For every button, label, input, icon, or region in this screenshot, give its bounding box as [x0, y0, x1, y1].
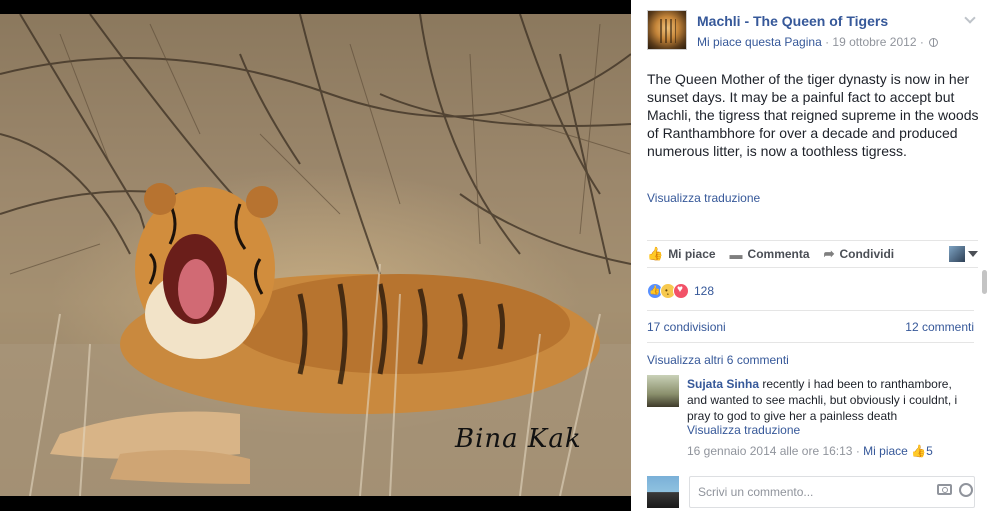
see-translation-link[interactable]: Visualizza traduzione	[647, 191, 760, 205]
share-arrow-icon: ➦	[823, 246, 835, 261]
comment-like-link[interactable]: Mi piace	[863, 444, 908, 458]
love-reaction-icon	[673, 283, 689, 299]
post-stats: 17 condivisioni 12 commenti	[647, 310, 974, 343]
page-avatar[interactable]	[647, 10, 687, 50]
user-avatar	[647, 476, 679, 508]
thumbs-up-icon: 👍	[647, 246, 664, 261]
like-button-label: Mi piace	[668, 247, 716, 261]
comment-see-translation-link[interactable]: Visualizza traduzione	[687, 423, 800, 437]
meta-separator: ·	[821, 35, 833, 49]
reaction-count[interactable]: 128	[694, 284, 714, 298]
like-button[interactable]: 👍 Mi piace	[647, 246, 716, 262]
photographer-watermark: Bina Kak	[455, 424, 582, 454]
comment-like-count[interactable]: 👍5	[911, 444, 933, 458]
view-more-comments-link[interactable]: Visualizza altri 6 commenti	[647, 353, 789, 367]
tiger-photo[interactable]: Bina Kak	[0, 14, 631, 496]
meta-dot: ·	[855, 444, 860, 458]
comment-composer	[647, 476, 975, 508]
post-side-panel: Machli - The Queen of Tigers Mi piace qu…	[631, 0, 990, 511]
page-name-link[interactable]: Machli - The Queen of Tigers	[697, 13, 888, 29]
camera-icon[interactable]	[937, 484, 952, 495]
like-page-link[interactable]: Mi piace questa Pagina	[697, 35, 822, 49]
speech-bubble-icon: ▬	[729, 246, 743, 262]
post-meta: Mi piace questa Pagina · 19 ottobre 2012…	[697, 35, 939, 49]
comment-input[interactable]	[689, 476, 975, 508]
comment-button-label: Commenta	[747, 247, 810, 261]
comment-like-count-value: 5	[926, 444, 933, 458]
reactions-summary[interactable]: 128	[647, 282, 714, 300]
post-as-selector[interactable]	[949, 246, 978, 262]
scrollbar-thumb[interactable]	[982, 270, 987, 294]
thumbs-up-icon: 👍	[911, 444, 927, 458]
photo-viewer[interactable]: Bina Kak	[0, 0, 631, 511]
comment-button[interactable]: ▬ Commenta	[730, 247, 810, 262]
commenter-avatar[interactable]	[647, 375, 679, 407]
shares-count-link[interactable]: 17 condivisioni	[647, 320, 726, 334]
comment-meta: 16 gennaio 2014 alle ore 16:13 · Mi piac…	[687, 444, 933, 458]
chevron-down-icon[interactable]	[964, 12, 976, 24]
post-header: Machli - The Queen of Tigers Mi piace qu…	[647, 10, 978, 54]
profile-mini-avatar	[949, 246, 965, 262]
comments-count-link[interactable]: 12 commenti	[905, 320, 974, 334]
commenter-name-link[interactable]: Sujata Sinha	[687, 377, 759, 391]
comment-timestamp[interactable]: 16 gennaio 2014 alle ore 16:13	[687, 444, 852, 458]
share-button[interactable]: ➦ Condividi	[824, 246, 895, 262]
caret-down-icon	[968, 251, 978, 257]
emoji-icon[interactable]	[959, 483, 973, 497]
post-text: The Queen Mother of the tiger dynasty is…	[647, 71, 979, 159]
globe-icon	[929, 38, 939, 47]
share-button-label: Condividi	[839, 247, 895, 261]
action-bar: 👍 Mi piace ▬ Commenta ➦ Condividi	[647, 240, 978, 268]
comment-body: Sujata Sinha recently i had been to rant…	[687, 376, 967, 424]
meta-separator-2: ·	[916, 35, 928, 49]
post-date[interactable]: 19 ottobre 2012	[832, 35, 916, 49]
